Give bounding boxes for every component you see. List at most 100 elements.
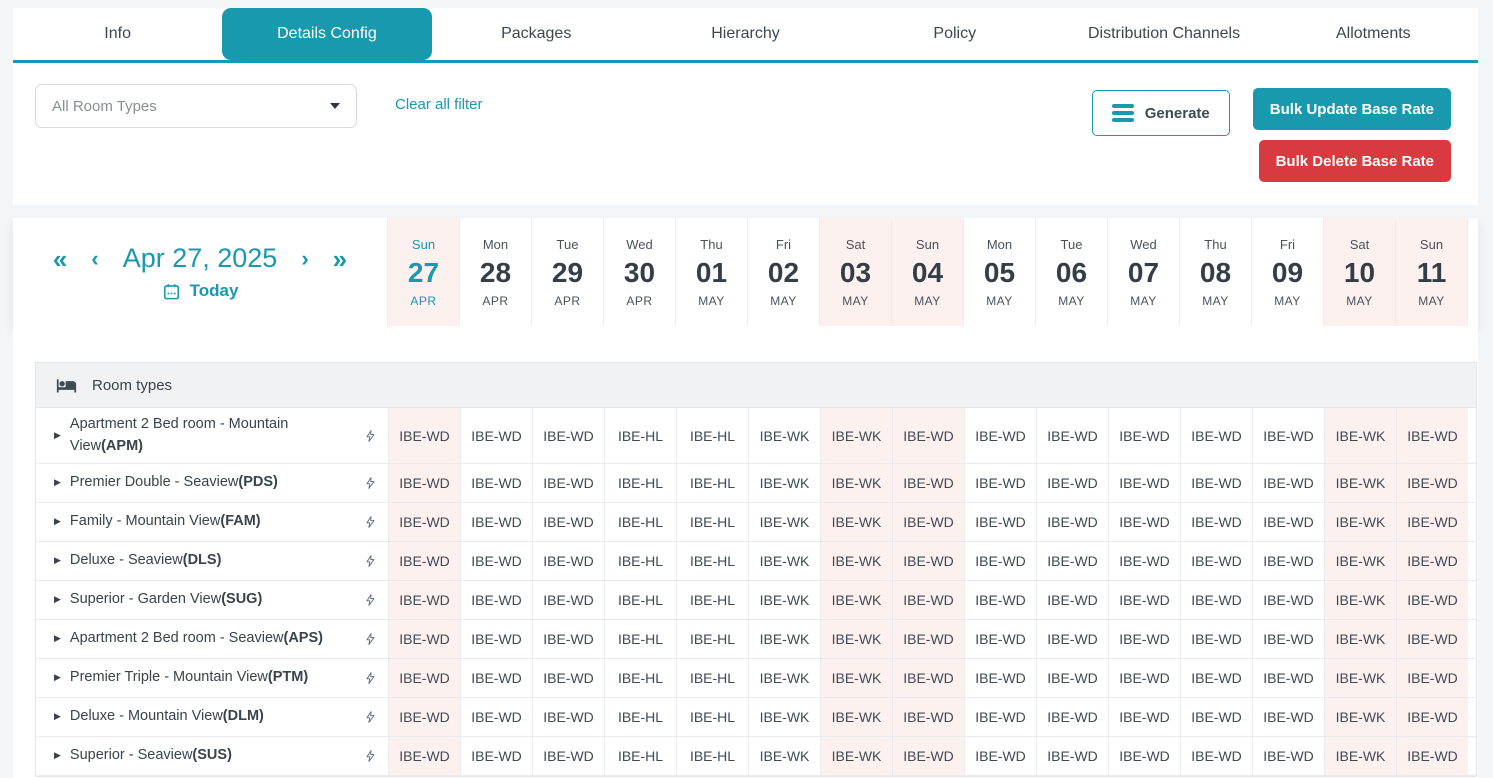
rate-cell[interactable]: IBE-WD <box>964 581 1036 619</box>
rate-cell[interactable]: IBE-WD <box>892 503 964 541</box>
rate-cell[interactable]: IBE-WK <box>748 659 820 697</box>
rate-cell[interactable]: IBE-HL <box>676 464 748 502</box>
rate-cell[interactable]: IBE-WD <box>892 698 964 736</box>
rate-cell[interactable]: IBE-WD <box>1396 503 1468 541</box>
prev-day-icon[interactable]: ‹ <box>91 248 98 270</box>
rate-cell[interactable]: IBE-WD <box>1180 408 1252 463</box>
rate-cell[interactable]: IBE-HL <box>676 581 748 619</box>
rate-cell[interactable]: IBE-WD <box>460 503 532 541</box>
expand-arrow-icon[interactable]: ▶ <box>54 476 61 490</box>
rate-cell[interactable]: IBE-WD <box>892 737 964 775</box>
quick-edit-bolt[interactable] <box>353 503 388 541</box>
next-week-icon[interactable]: » <box>333 246 347 272</box>
rate-cell[interactable]: IBE-HL <box>604 620 676 658</box>
rate-cell[interactable]: IBE-WD <box>1396 408 1468 463</box>
rate-cell[interactable]: IBE-WK <box>1324 581 1396 619</box>
rate-cell[interactable]: IBE-WD <box>532 503 604 541</box>
rate-cell[interactable]: IBE-WD <box>388 659 460 697</box>
tab-packages[interactable]: Packages <box>432 8 641 60</box>
rate-cell[interactable]: IBE-WD <box>532 464 604 502</box>
rate-cell[interactable]: IBE-WD <box>964 503 1036 541</box>
rate-cell[interactable]: IBE-WD <box>532 408 604 463</box>
rate-cell[interactable]: IBE-WD <box>1180 464 1252 502</box>
rate-cell[interactable]: IBE-WD <box>1396 581 1468 619</box>
expand-arrow-icon[interactable]: ▶ <box>54 554 61 568</box>
rate-cell[interactable]: IBE-WK <box>748 503 820 541</box>
rate-cell[interactable]: IBE-WD <box>388 542 460 580</box>
rate-cell[interactable]: IBE-WD <box>892 408 964 463</box>
rate-cell[interactable]: IBE-WD <box>1252 581 1324 619</box>
rate-cell[interactable]: IBE-WD <box>388 503 460 541</box>
rate-cell[interactable]: IBE-WD <box>964 464 1036 502</box>
rate-cell[interactable]: IBE-WD <box>388 408 460 463</box>
lightning-bolt-icon[interactable] <box>364 708 377 726</box>
rate-cell[interactable]: IBE-WD <box>1108 581 1180 619</box>
tab-hierarchy[interactable]: Hierarchy <box>641 8 850 60</box>
rate-cell[interactable]: IBE-WD <box>1108 620 1180 658</box>
lightning-bolt-icon[interactable] <box>364 513 377 531</box>
rate-cell[interactable]: IBE-HL <box>604 542 676 580</box>
rate-cell[interactable]: IBE-WK <box>820 464 892 502</box>
rate-cell[interactable]: IBE-WD <box>1396 620 1468 658</box>
rate-cell[interactable]: IBE-WD <box>1180 542 1252 580</box>
rate-cell[interactable]: IBE-WD <box>964 542 1036 580</box>
rate-cell[interactable]: IBE-WK <box>1324 620 1396 658</box>
rate-cell[interactable]: IBE-WD <box>1252 737 1324 775</box>
rate-cell[interactable]: IBE-WD <box>388 581 460 619</box>
lightning-bolt-icon[interactable] <box>364 552 377 570</box>
rate-cell[interactable]: IBE-HL <box>676 408 748 463</box>
expand-arrow-icon[interactable]: ▶ <box>54 671 61 685</box>
rate-cell[interactable]: IBE-HL <box>676 659 748 697</box>
rate-cell[interactable]: IBE-WD <box>460 659 532 697</box>
rate-cell[interactable]: IBE-WD <box>1036 620 1108 658</box>
rate-cell[interactable]: IBE-WD <box>1036 408 1108 463</box>
rate-cell[interactable]: IBE-WK <box>748 464 820 502</box>
rate-cell[interactable]: IBE-WK <box>820 542 892 580</box>
rate-cell[interactable]: IBE-WD <box>892 620 964 658</box>
rate-cell[interactable]: IBE-WK <box>820 408 892 463</box>
rate-cell[interactable]: IBE-HL <box>676 698 748 736</box>
rate-cell[interactable]: IBE-WD <box>388 620 460 658</box>
tab-policy[interactable]: Policy <box>850 8 1059 60</box>
rate-cell[interactable]: IBE-WD <box>1036 464 1108 502</box>
rate-cell[interactable]: IBE-WD <box>532 737 604 775</box>
rate-cell[interactable]: IBE-WK <box>1324 464 1396 502</box>
rate-cell[interactable]: IBE-WD <box>1108 503 1180 541</box>
rate-cell[interactable]: IBE-WK <box>820 737 892 775</box>
rate-cell[interactable]: IBE-WD <box>1180 620 1252 658</box>
rate-cell[interactable]: IBE-WD <box>1180 737 1252 775</box>
rate-cell[interactable]: IBE-WD <box>1108 659 1180 697</box>
rate-cell[interactable]: IBE-WK <box>1324 408 1396 463</box>
tab-distribution-channels[interactable]: Distribution Channels <box>1059 8 1268 60</box>
rate-cell[interactable]: IBE-WD <box>1252 659 1324 697</box>
rate-cell[interactable]: IBE-WD <box>388 464 460 502</box>
rate-cell[interactable]: IBE-WK <box>1324 503 1396 541</box>
rate-cell[interactable]: IBE-WD <box>460 464 532 502</box>
lightning-bolt-icon[interactable] <box>364 630 377 648</box>
lightning-bolt-icon[interactable] <box>364 474 377 492</box>
rate-cell[interactable]: IBE-WD <box>460 698 532 736</box>
clear-all-filter-link[interactable]: Clear all filter <box>395 96 483 113</box>
rate-cell[interactable]: IBE-WK <box>748 408 820 463</box>
rate-cell[interactable]: IBE-HL <box>676 620 748 658</box>
rate-cell[interactable]: IBE-HL <box>604 464 676 502</box>
rate-cell[interactable]: IBE-WK <box>1324 698 1396 736</box>
quick-edit-bolt[interactable] <box>353 542 388 580</box>
rate-cell[interactable]: IBE-WD <box>532 581 604 619</box>
rate-cell[interactable]: IBE-WD <box>1108 464 1180 502</box>
rate-cell[interactable]: IBE-WD <box>1180 503 1252 541</box>
rate-cell[interactable]: IBE-WD <box>1036 581 1108 619</box>
room-type-select[interactable]: All Room Types <box>35 84 357 128</box>
quick-edit-bolt[interactable] <box>353 737 388 775</box>
rate-cell[interactable]: IBE-WK <box>1324 737 1396 775</box>
tab-allotments[interactable]: Allotments <box>1269 8 1478 60</box>
rate-cell[interactable]: IBE-WD <box>1252 542 1324 580</box>
rate-cell[interactable]: IBE-WD <box>1108 737 1180 775</box>
tab-details-config[interactable]: Details Config <box>222 8 431 60</box>
rate-cell[interactable]: IBE-WD <box>532 620 604 658</box>
rate-cell[interactable]: IBE-WD <box>1108 542 1180 580</box>
rate-cell[interactable]: IBE-WK <box>820 581 892 619</box>
rate-cell[interactable]: IBE-WD <box>460 737 532 775</box>
quick-edit-bolt[interactable] <box>353 659 388 697</box>
prev-week-icon[interactable]: « <box>53 246 67 272</box>
